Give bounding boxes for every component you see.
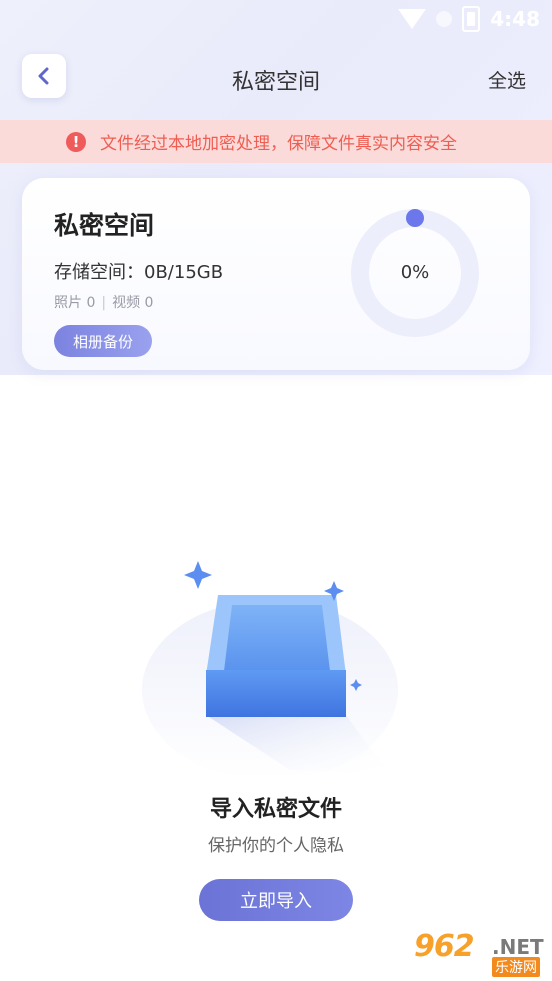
count-separator: | <box>101 295 107 311</box>
status-bar: 4:48 <box>0 0 552 40</box>
empty-inbox-illustration <box>142 561 398 780</box>
watermark-cn: 乐游网 <box>492 957 540 977</box>
storage-usage-text: 存储空间：0B/15GB <box>54 262 224 283</box>
status-time: 4:48 <box>490 7 540 31</box>
video-count: 视频 0 <box>112 295 154 311</box>
inbox-inner <box>224 605 330 671</box>
photo-count: 照片 0 <box>54 295 96 311</box>
card-title: 私密空间 <box>54 211 155 240</box>
alert-icon: ! <box>66 131 86 152</box>
notice-text: 文件经过本地加密处理，保障文件真实内容安全 <box>100 134 457 154</box>
battery-icon <box>462 6 481 32</box>
site-watermark-logo: 962 .NET 乐游网 <box>414 929 548 977</box>
wifi-icon <box>398 9 427 29</box>
watermark-net: .NET <box>492 935 544 959</box>
status-icons: 4:48 <box>398 6 540 32</box>
media-counts: 照片 0 | 视频 0 <box>54 292 153 312</box>
empty-state-title: 导入私密文件 <box>209 797 342 822</box>
empty-state-subtitle: 保护你的个人隐私 <box>208 836 344 856</box>
inbox-front <box>206 670 346 717</box>
watermark-number: 962 <box>414 929 475 964</box>
import-now-button[interactable]: 立即导入 <box>199 879 353 921</box>
signal-icon <box>436 11 453 27</box>
usage-percent: 0% <box>400 262 430 283</box>
storage-card: 私密空间 存储空间：0B/15GB 照片 0 | 视频 0 相册备份 0% <box>22 178 530 370</box>
select-all-button[interactable]: 全选 <box>488 66 526 93</box>
sparkle-icon <box>184 561 212 589</box>
page-title: 私密空间 <box>231 70 320 95</box>
security-notice: ! 文件经过本地加密处理，保障文件真实内容安全 <box>0 120 552 163</box>
header: 私密空间 全选 <box>0 50 552 110</box>
usage-ring-indicator <box>406 209 424 227</box>
album-backup-button[interactable]: 相册备份 <box>54 325 152 357</box>
